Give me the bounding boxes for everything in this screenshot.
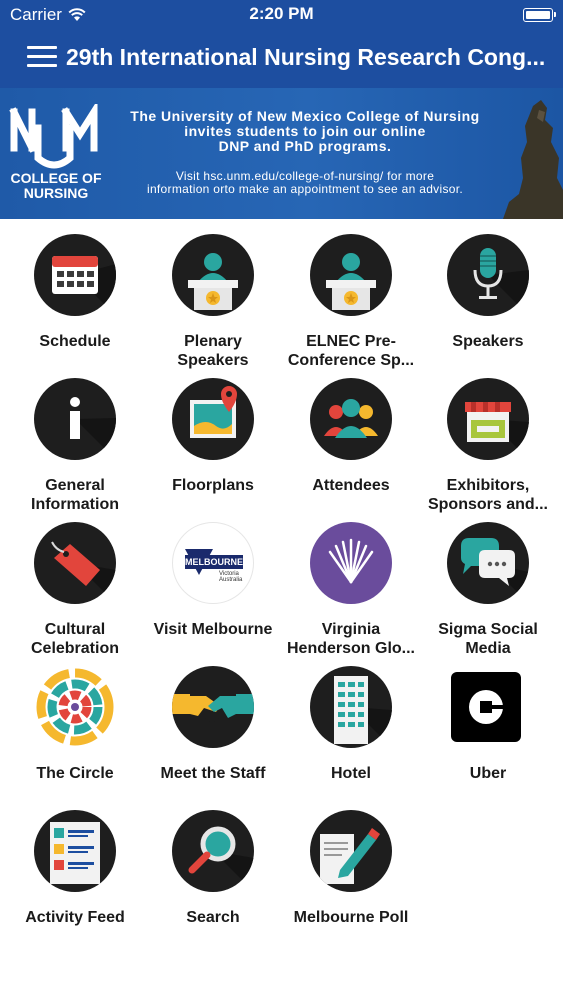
tile-label: Hotel: [331, 765, 371, 782]
banner-visit-text: Visit hsc.unm.edu/college-of-nursing/ fo…: [146, 169, 463, 196]
tile-label: Visit Melbourne: [153, 621, 273, 638]
tile-floorplans[interactable]: Floorplans: [143, 364, 283, 504]
tile-the-circle[interactable]: The Circle: [5, 652, 145, 792]
tile-cultural-celebration[interactable]: Cultural Celebration: [5, 508, 145, 657]
tile-elnec-pre-conference[interactable]: ELNEC Pre- Conference Sp...: [281, 220, 421, 369]
circle-rings-icon: [34, 666, 116, 748]
status-time: 2:20 PM: [249, 4, 314, 23]
tile-plenary-speakers[interactable]: Plenary Speakers: [143, 220, 283, 369]
handshake-icon: [172, 666, 254, 748]
tile-exhibitors-sponsors[interactable]: Exhibitors, Sponsors and...: [418, 364, 558, 513]
promo-banner[interactable]: COLLEGE OF NURSING The University of New…: [0, 88, 563, 219]
podium-speaker-icon: [172, 234, 254, 316]
tile-general-information[interactable]: General Information: [5, 364, 145, 513]
tile-label: Search: [186, 909, 240, 926]
status-bar: Carrier 2:20 PM: [0, 0, 563, 30]
poll-pencil-icon: [310, 810, 392, 892]
tile-hotel[interactable]: Hotel: [281, 652, 421, 792]
tile-search[interactable]: Search: [143, 796, 283, 936]
tile-visit-melbourne[interactable]: MELBOURNE Victoria Australia Visit Melbou…: [143, 508, 283, 648]
melbourne-logo: MELBOURNE Victoria Australia: [172, 522, 254, 604]
feed-list-icon: [34, 810, 116, 892]
podium-speaker-icon: [310, 234, 392, 316]
people-icon: [310, 378, 392, 460]
microphone-icon: [447, 234, 529, 316]
map-pin-icon: [172, 378, 254, 460]
info-icon: [34, 378, 116, 460]
tile-label: Schedule: [39, 333, 111, 350]
tile-attendees[interactable]: Attendees: [281, 364, 421, 504]
magnifier-icon: [172, 810, 254, 892]
tile-meet-the-staff[interactable]: Meet the Staff: [143, 652, 283, 792]
tile-sigma-social-media[interactable]: Sigma Social Media: [418, 508, 558, 657]
app-header: 29th International Nursing Research Cong…: [0, 30, 563, 88]
banner-headline: The University of New Mexico College of …: [130, 108, 480, 154]
hamburger-menu-icon[interactable]: [27, 46, 57, 68]
tile-uber[interactable]: Uber: [418, 652, 558, 792]
tile-label: Uber: [469, 765, 507, 782]
building-icon: [310, 666, 392, 748]
logo-caption: COLLEGE OF NURSING: [10, 170, 102, 201]
tile-label: Activity Feed: [25, 909, 125, 926]
tile-label: Melbourne Poll: [293, 909, 409, 926]
tile-schedule[interactable]: Schedule: [5, 220, 145, 360]
tile-label: Meet the Staff: [160, 765, 266, 782]
library-fan-icon: [310, 522, 392, 604]
tile-speakers[interactable]: Speakers: [418, 220, 558, 360]
page-title: 29th International Nursing Research Cong…: [66, 44, 546, 70]
chat-bubbles-icon: [447, 522, 529, 604]
calendar-icon: [34, 234, 116, 316]
tile-label: Speakers: [452, 333, 524, 350]
tile-label: Attendees: [312, 477, 390, 494]
tile-activity-feed[interactable]: Activity Feed: [5, 796, 145, 936]
tile-label: The Circle: [36, 765, 114, 782]
tile-virginia-henderson[interactable]: Virginia Henderson Glo...: [281, 508, 421, 657]
tile-melbourne-poll[interactable]: Melbourne Poll: [281, 796, 421, 936]
battery-icon: [523, 8, 556, 22]
booth-icon: [447, 378, 529, 460]
tile-label: Floorplans: [172, 477, 254, 494]
uber-logo: [451, 672, 521, 742]
tag-icon: [34, 522, 116, 604]
lobo-statue-image: [503, 100, 563, 219]
